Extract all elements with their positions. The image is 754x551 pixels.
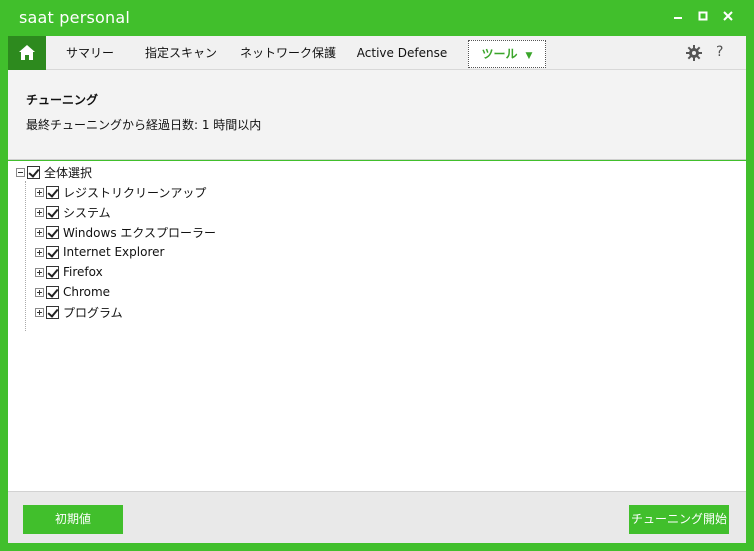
section-title: チューニング bbox=[26, 93, 99, 107]
tree-item-label: Chrome bbox=[63, 285, 111, 299]
select-all-checkbox[interactable] bbox=[27, 165, 40, 179]
last-tuning-status: 最終チューニングから経過日数: 1 時間以内 bbox=[26, 118, 262, 132]
expand-toggle[interactable] bbox=[35, 227, 44, 237]
internet-explorer-checkbox[interactable] bbox=[46, 245, 59, 259]
tree-item: Windows エクスプローラー bbox=[35, 223, 216, 241]
tree-item-label: プログラム bbox=[63, 305, 123, 320]
help-button[interactable]: ? bbox=[716, 44, 723, 60]
minimize-button[interactable] bbox=[668, 8, 688, 28]
title-bar: saat personal bbox=[0, 0, 754, 36]
home-button[interactable] bbox=[8, 36, 46, 70]
nav-bar: サマリー 指定スキャン ネットワーク保護 Active Defense ツール ▼… bbox=[8, 36, 746, 70]
expand-toggle[interactable] bbox=[35, 207, 44, 217]
windows-explorer-checkbox[interactable] bbox=[46, 225, 59, 239]
settings-button[interactable] bbox=[685, 44, 703, 65]
chevron-down-icon: ▼ bbox=[525, 51, 533, 61]
default-button[interactable]: 初期値 bbox=[23, 505, 123, 534]
tab-summary[interactable]: サマリー bbox=[60, 36, 120, 70]
tree-item: プログラム bbox=[35, 303, 123, 321]
close-button[interactable] bbox=[718, 8, 738, 28]
tree-item: Firefox bbox=[35, 263, 103, 281]
tab-tools-label: ツール bbox=[481, 47, 518, 61]
tree-guide-line bbox=[25, 181, 26, 331]
tree-item-label: システム bbox=[63, 205, 111, 220]
expand-toggle[interactable] bbox=[35, 307, 44, 317]
tree-item-label: Firefox bbox=[63, 265, 103, 279]
tree-item: レジストリクリーンアップ bbox=[35, 183, 206, 201]
expand-toggle[interactable] bbox=[35, 187, 44, 197]
registry-cleanup-checkbox[interactable] bbox=[46, 185, 59, 199]
expand-toggle[interactable] bbox=[35, 267, 44, 277]
system-checkbox[interactable] bbox=[46, 205, 59, 219]
tree-item: システム bbox=[35, 203, 111, 221]
home-icon bbox=[19, 45, 35, 60]
tree-item-label: レジストリクリーンアップ bbox=[63, 185, 207, 200]
expand-toggle[interactable] bbox=[35, 247, 44, 257]
maximize-button[interactable] bbox=[693, 8, 713, 28]
info-panel: チューニング 最終チューニングから経過日数: 1 時間以内 bbox=[8, 70, 746, 160]
close-icon bbox=[723, 11, 733, 21]
tree-item: Internet Explorer bbox=[35, 243, 164, 261]
start-tuning-button[interactable]: チューニング開始 bbox=[629, 505, 729, 534]
tab-tools[interactable]: ツール ▼ bbox=[468, 40, 546, 68]
footer-bar: 初期値 チューニング開始 bbox=[8, 491, 746, 543]
tuning-tree: 全体選択 レジストリクリーンアップ システム Windows エクスプローラー … bbox=[8, 161, 746, 491]
firefox-checkbox[interactable] bbox=[46, 265, 59, 279]
select-all-label: 全体選択 bbox=[44, 165, 93, 180]
gear-icon bbox=[686, 45, 702, 61]
tree-item: Chrome bbox=[35, 283, 110, 301]
programs-checkbox[interactable] bbox=[46, 305, 59, 319]
collapse-toggle[interactable] bbox=[16, 167, 25, 177]
tree-item-label: Windows エクスプローラー bbox=[63, 225, 217, 240]
app-title: saat personal bbox=[19, 8, 130, 27]
minimize-icon bbox=[674, 17, 682, 19]
tab-custom-scan[interactable]: 指定スキャン bbox=[136, 36, 226, 70]
tab-active-defense[interactable]: Active Defense bbox=[352, 36, 452, 70]
maximize-icon bbox=[698, 11, 708, 21]
tree-item-label: Internet Explorer bbox=[63, 245, 165, 259]
tree-root: 全体選択 bbox=[16, 163, 92, 181]
tab-network-protection[interactable]: ネットワーク保護 bbox=[236, 36, 340, 70]
expand-toggle[interactable] bbox=[35, 287, 44, 297]
chrome-checkbox[interactable] bbox=[46, 285, 59, 299]
